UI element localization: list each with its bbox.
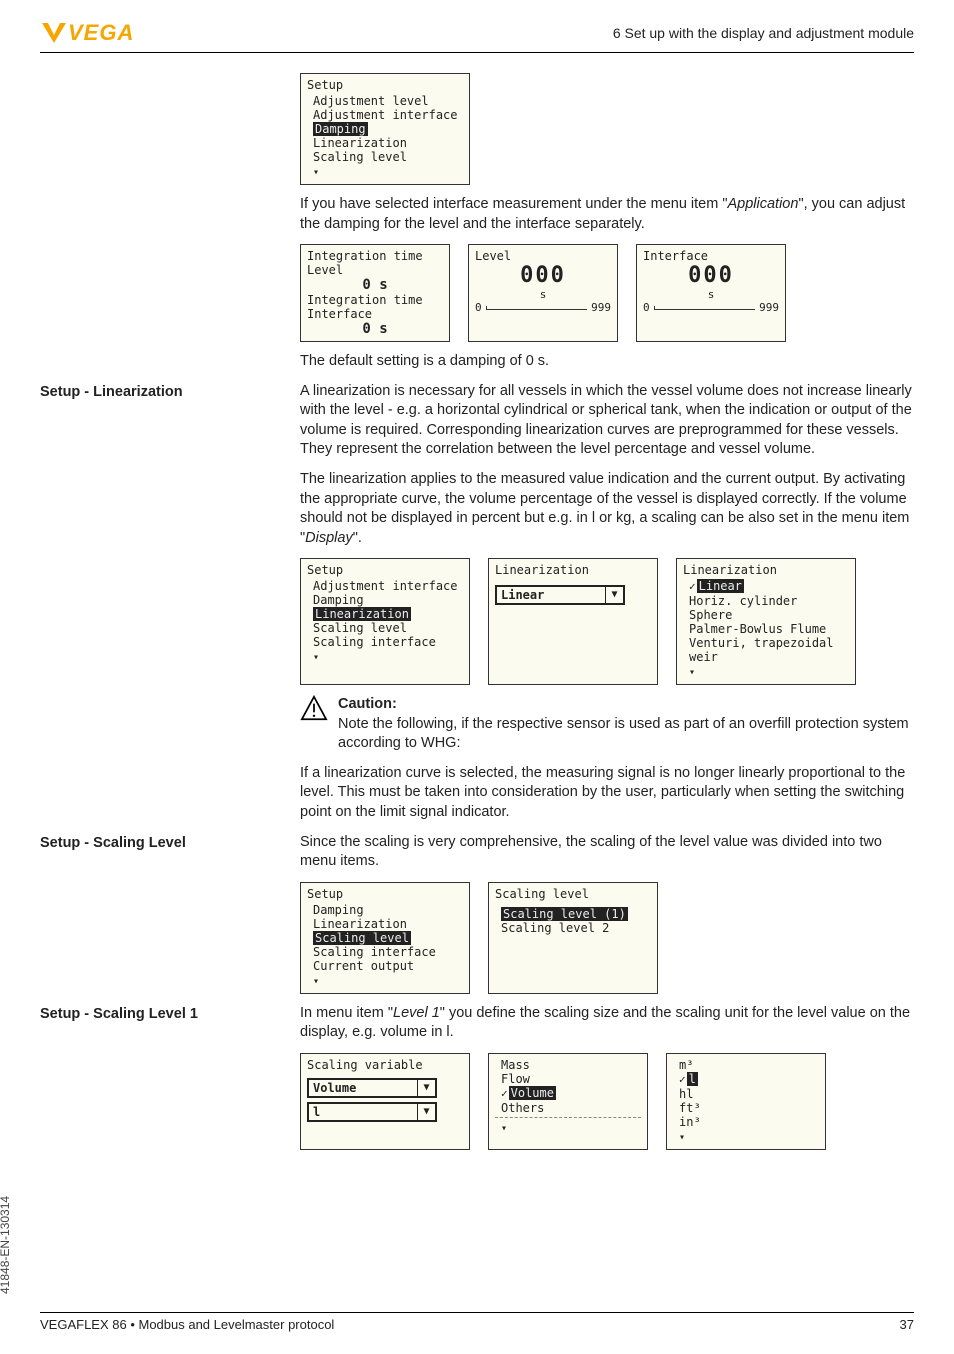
para-lin-2: The linearization applies to the measure… [300,470,914,548]
lcd-lin-options: Linearization Linear Horiz. cylinder Sph… [676,558,856,685]
lcd-level-value: Level 000 s 0999 [468,244,618,342]
dropdown-unit[interactable]: l ▼ [307,1102,437,1122]
para-scl1-1: In menu item "Level 1" you define the sc… [300,1004,914,1043]
doc-id-vertical: 41848-EN-130314 [0,1196,12,1294]
lcd-scl-sub: Scaling level Scaling level (1) Scaling … [488,882,658,994]
para-scl-1: Since the scaling is very comprehensive,… [300,833,914,872]
chevron-down-icon[interactable]: ▼ [417,1104,435,1120]
warning-icon [300,695,328,721]
header-rule [40,52,914,53]
lcd-sv-units: m³ l hl ft³ in³ [666,1053,826,1150]
vega-logo: VEGA [40,20,134,46]
para-damping-intro: If you have selected interface measureme… [300,195,914,234]
lcd-lin-dropdown: Linearization Linear ▼ [488,558,658,685]
chapter-title: 6 Set up with the display and adjustment… [613,25,914,41]
lcd-setup-lin: Setup Adjustment interface Damping Linea… [300,558,470,685]
lcd-scaling-variable: Scaling variable Volume ▼ l ▼ [300,1053,470,1150]
caution-body2: If a linearization curve is selected, th… [300,764,914,823]
chevron-down-icon[interactable]: ▼ [605,587,623,603]
lcd-setup-scl: Setup Damping Linearization Scaling leve… [300,882,470,994]
dropdown-volume[interactable]: Volume ▼ [307,1078,437,1098]
para-default-damping: The default setting is a damping of 0 s. [300,352,914,372]
chevron-down-icon[interactable]: ▼ [417,1080,435,1096]
caution-block: Caution: Note the following, if the resp… [300,695,914,754]
heading-linearization: Setup - Linearization [40,384,280,400]
footer-page: 37 [900,1317,914,1332]
lcd-integration-times: Integration time Level 0 s Integration t… [300,244,450,342]
heading-scaling-level: Setup - Scaling Level [40,835,280,851]
footer-product: VEGAFLEX 86 • Modbus and Levelmaster pro… [40,1317,334,1332]
lcd-interface-value: Interface 000 s 0999 [636,244,786,342]
heading-scaling-level-1: Setup - Scaling Level 1 [40,1006,280,1022]
para-lin-1: A linearization is necessary for all ves… [300,382,914,460]
lcd-setup-damping: Setup Adjustment level Adjustment interf… [300,73,470,185]
dropdown-linearization[interactable]: Linear ▼ [495,585,625,605]
lcd-sv-options: Mass Flow Volume Others [488,1053,648,1150]
